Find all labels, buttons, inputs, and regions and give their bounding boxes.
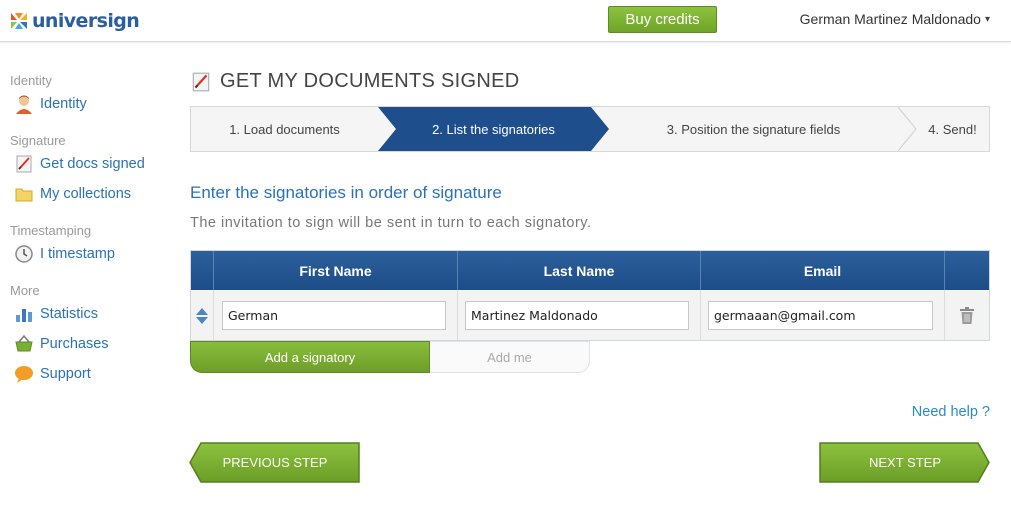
next-step-button[interactable]: NEXT STEP — [819, 442, 991, 483]
previous-step-button[interactable]: PREVIOUS STEP — [189, 442, 361, 483]
universign-logo[interactable]: universign — [9, 9, 140, 33]
buy-credits-button[interactable]: Buy credits — [608, 6, 717, 33]
sidebar-item-purchases[interactable]: Purchases — [13, 334, 109, 354]
sidebar-item-label: Purchases — [40, 336, 109, 352]
step-position-signature-fields[interactable]: 3. Position the signature fields — [609, 107, 898, 151]
add-me-button[interactable]: Add me — [415, 341, 590, 373]
step-send[interactable]: 4. Send! — [916, 107, 989, 151]
sidebar-item-label: My collections — [40, 186, 132, 202]
sidebar-section-signature: Signature — [10, 133, 66, 148]
bar-chart-icon — [13, 304, 35, 324]
cell-divider — [213, 290, 214, 340]
sidebar-item-label: Identity — [40, 96, 87, 112]
section-subtitle: The invitation to sign will be sent in t… — [190, 215, 592, 231]
last-name-input[interactable]: Martinez Maldonado — [465, 301, 689, 330]
first-name-input[interactable]: German — [222, 301, 446, 330]
signed-document-icon — [13, 154, 35, 174]
sidebar-item-get-docs-signed[interactable]: Get docs signed — [13, 154, 145, 174]
sidebar-section-timestamping: Timestamping — [10, 223, 92, 238]
table-header: First Name Last Name Email — [191, 251, 989, 290]
sidebar-section-more: More — [10, 283, 40, 298]
speech-bubble-icon — [13, 364, 35, 384]
page-title-text: GET MY DOCUMENTS SIGNED — [220, 70, 520, 92]
add-signatory-button[interactable]: Add a signatory — [190, 341, 430, 373]
universign-logo-icon — [11, 13, 27, 29]
step-load-documents[interactable]: 1. Load documents — [191, 107, 378, 151]
user-name: German Martinez Maldonado — [799, 11, 981, 27]
top-bar: universign Buy credits German Martinez M… — [0, 0, 1011, 42]
reorder-handle-icon[interactable] — [195, 307, 209, 325]
sidebar-item-support[interactable]: Support — [13, 364, 91, 384]
basket-icon — [13, 334, 35, 354]
sidebar-item-label: Get docs signed — [40, 156, 145, 172]
folder-icon — [13, 184, 35, 204]
clock-icon — [13, 244, 35, 264]
sidebar-item-i-timestamp[interactable]: I timestamp — [13, 244, 115, 264]
section-heading: Enter the signatories in order of signat… — [190, 183, 502, 202]
need-help-link[interactable]: Need help ? — [912, 404, 990, 420]
step-list-signatories[interactable]: 2. List the signatories — [396, 107, 591, 151]
email-input[interactable]: germaaan@gmail.com — [708, 301, 933, 330]
previous-step-label: PREVIOUS STEP — [222, 455, 328, 470]
logo-text: universign — [32, 10, 140, 32]
cell-divider — [700, 290, 701, 340]
chevron-down-icon: ▾ — [984, 13, 990, 25]
column-actions — [944, 251, 989, 290]
cell-divider — [944, 290, 945, 340]
signatory-actions: Add me Add a signatory — [190, 341, 590, 374]
step-progress: 1. Load documents 2. List the signatorie… — [190, 106, 990, 152]
next-step-label: NEXT STEP — [868, 455, 941, 470]
column-last-name: Last Name — [457, 251, 700, 290]
sidebar-item-label: I timestamp — [40, 246, 115, 262]
cell-divider — [457, 290, 458, 340]
sidebar-item-label: Support — [40, 366, 91, 382]
sidebar-item-label: Statistics — [40, 306, 99, 322]
signatories-table: First Name Last Name Email German Martin… — [190, 250, 990, 341]
sidebar-item-statistics[interactable]: Statistics — [13, 304, 98, 324]
trash-icon[interactable] — [959, 307, 975, 325]
column-email: Email — [700, 251, 944, 290]
user-menu[interactable]: German Martinez Maldonado ▾ — [800, 11, 990, 27]
sidebar-section-identity: Identity — [10, 73, 52, 88]
sidebar-item-my-collections[interactable]: My collections — [13, 184, 131, 204]
sidebar-item-identity[interactable]: Identity — [13, 94, 87, 114]
signed-document-icon — [192, 72, 210, 91]
page-title: GET MY DOCUMENTS SIGNED — [190, 70, 520, 93]
column-first-name: First Name — [213, 251, 457, 290]
user-icon — [13, 94, 35, 114]
